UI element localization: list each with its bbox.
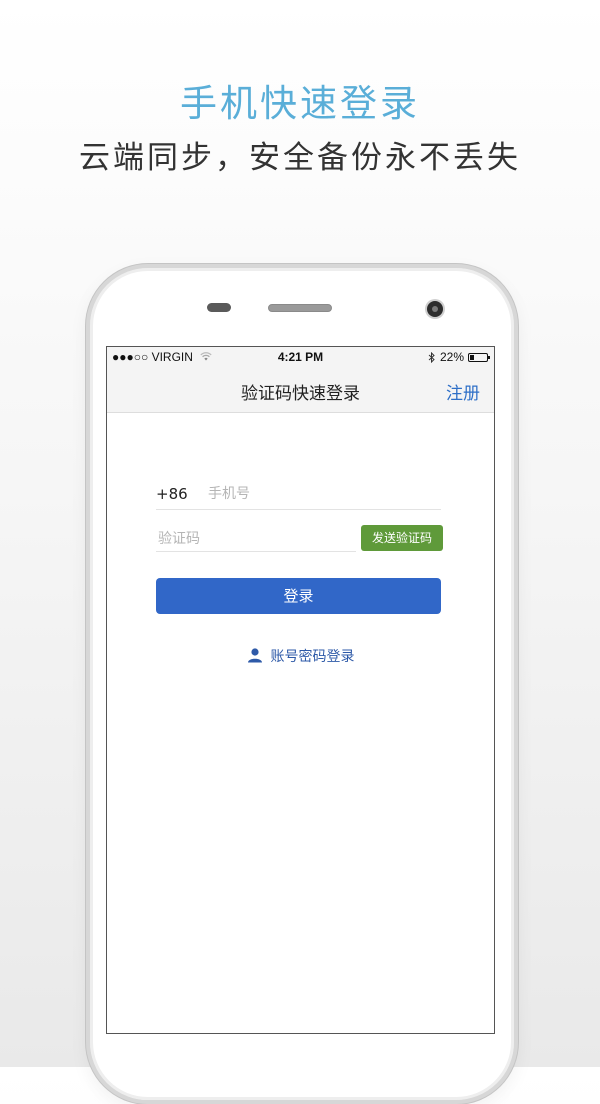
login-button[interactable]: 登录 xyxy=(156,578,441,614)
promo-subtitle: 云端同步，安全备份永不丢失 xyxy=(79,140,521,176)
bluetooth-icon xyxy=(428,351,435,363)
nav-bar: 验证码快速登录 注册 xyxy=(107,367,494,413)
phone-screen: ●●●○○ VIRGIN 4:21 PM 22% 验证码快速登录 注册 +86 … xyxy=(106,346,495,1034)
password-login-link[interactable]: 账号密码登录 xyxy=(107,646,494,666)
phone-input[interactable] xyxy=(208,484,438,504)
proximity-sensor xyxy=(207,303,231,312)
code-field-row xyxy=(156,525,356,552)
battery-icon xyxy=(468,352,490,362)
front-camera-icon xyxy=(427,301,443,317)
password-login-label: 账号密码登录 xyxy=(270,649,355,665)
battery-percent: 22% xyxy=(439,350,464,364)
earpiece-speaker xyxy=(268,304,332,312)
status-right: 22% xyxy=(428,350,490,364)
send-code-button[interactable]: 发送验证码 xyxy=(361,525,443,551)
register-button[interactable]: 注册 xyxy=(446,379,480,404)
user-icon xyxy=(247,648,262,663)
phone-field-row: +86 xyxy=(156,477,441,510)
country-code[interactable]: +86 xyxy=(156,485,188,503)
verification-code-input[interactable] xyxy=(158,529,353,549)
status-bar: ●●●○○ VIRGIN 4:21 PM 22% xyxy=(107,347,494,367)
promo-title: 手机快速登录 xyxy=(180,82,420,125)
battery-level-fill xyxy=(470,354,474,360)
page-title: 验证码快速登录 xyxy=(241,384,360,404)
